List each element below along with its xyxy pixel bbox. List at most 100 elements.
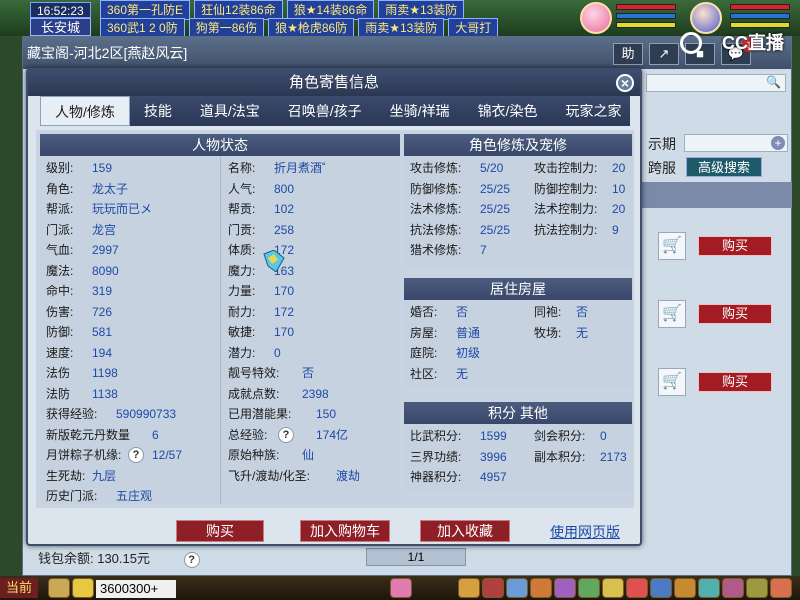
ticker-item[interactable]: 狼★枪虎86防 [268, 18, 355, 36]
dialog-tabs: 人物/修炼 技能 道具/法宝 召唤兽/孩子 坐骑/祥瑞 锦衣/染色 玩家之家 [40, 96, 630, 126]
row-label: 婚否: [410, 305, 438, 319]
stat-label: 速度: [46, 345, 74, 360]
ticker-item[interactable]: 狼★14装86命 [286, 0, 375, 20]
tab-pets[interactable]: 召唤兽/孩子 [274, 96, 376, 126]
skills-icon[interactable] [650, 578, 672, 598]
score-panel: 积分 其他 比武积分: 1599 剑会积分: 0 三界功绩: 3996 副本积分: 2173 神… [404, 402, 632, 492]
buy-button[interactable]: 购买 [176, 520, 264, 542]
row-value: 初级 [456, 346, 481, 360]
achievement-icon[interactable] [674, 578, 696, 598]
friends-icon[interactable] [626, 578, 648, 598]
search-icon[interactable]: 🔍 [766, 75, 781, 89]
add-to-favorites-button[interactable]: 加入收藏 [420, 520, 510, 542]
help-button[interactable]: 助 [613, 43, 643, 65]
ticker-item[interactable]: 狗第一86伤 [188, 18, 265, 36]
ranking-icon[interactable] [698, 578, 720, 598]
quest-icon[interactable] [578, 578, 600, 598]
ticker-item[interactable]: 雨卖★13装防 [378, 0, 465, 20]
ticker-item[interactable]: 360武1 2 0防 [100, 18, 185, 36]
tab-character[interactable]: 人物/修炼 [40, 96, 130, 126]
menu-icon[interactable] [770, 578, 792, 598]
show-period-select[interactable]: + [684, 134, 788, 152]
cart-icon[interactable]: 🛒 [658, 368, 686, 396]
wallet-help-icon[interactable]: ? [183, 552, 200, 568]
row-label: 牧场: [534, 325, 562, 340]
ticker-item[interactable]: 雨卖★13装防 [358, 18, 445, 36]
bottom-game-hud: 当前 3600300+ [0, 576, 800, 600]
row-value: 25/25 [480, 222, 511, 237]
dialog-content: 人物状态 级别: 159 角色: 龙太子 帮派: 玩玩而已メ 门派: 龙宫 气血: 2997 魔法:… [36, 130, 634, 508]
stat-value: 否 [302, 366, 315, 380]
add-to-cart-button[interactable]: 加入购物车 [300, 520, 390, 542]
plus-icon[interactable]: + [771, 136, 785, 150]
location-label[interactable]: 长安城 [30, 18, 92, 36]
history-school-label: 历史门派: [46, 489, 98, 503]
tab-home[interactable]: 玩家之家 [551, 96, 635, 126]
row-label: 三界功绩: [410, 449, 462, 464]
guild-icon[interactable] [602, 578, 624, 598]
cart-icon[interactable]: 🛒 [658, 232, 686, 260]
stat-value: 172 [274, 304, 295, 319]
total-exp-help-icon[interactable]: ? [278, 426, 294, 443]
used-potential-label: 已用潜能果: [228, 407, 292, 421]
close-icon[interactable]: × [616, 74, 634, 92]
wallet-balance: 钱包余额: 130.15元 ? [38, 548, 200, 568]
search-input[interactable]: 🔍 [646, 74, 786, 92]
chat-input[interactable]: 3600300+ [96, 580, 176, 598]
pet-hp-bar [616, 4, 676, 10]
tab-mounts[interactable]: 坐骑/祥瑞 [376, 96, 464, 126]
stat-label: 体质: [228, 243, 256, 257]
mooncake-label: 月饼粽子机缘: [46, 448, 122, 462]
ascend-value: 渡劫 [336, 468, 361, 483]
row-value: 2173 [600, 449, 627, 464]
system-icon[interactable] [746, 578, 768, 598]
team-icon[interactable] [506, 578, 528, 598]
web-version-link[interactable]: 使用网页版 [550, 522, 620, 542]
row-label: 防御控制力: [534, 181, 598, 196]
listing-row: 🛒 购买 [638, 228, 772, 268]
stat-label: 门贡: [228, 222, 256, 237]
share-button[interactable]: ↗ [649, 43, 679, 65]
buy-button[interactable]: 购买 [698, 372, 772, 392]
cart-icon[interactable]: 🛒 [658, 300, 686, 328]
stat-value: 龙太子 [92, 181, 129, 196]
row-value: 9 [612, 222, 619, 237]
buy-button[interactable]: 购买 [698, 304, 772, 324]
row-value: 25/25 [480, 181, 511, 196]
tab-skills[interactable]: 技能 [130, 96, 186, 126]
stat-label: 魔力: [228, 263, 256, 278]
tab-items[interactable]: 道具/法宝 [186, 96, 274, 126]
chat-channel-tag[interactable]: 当前 [0, 578, 39, 598]
bag-icon[interactable] [458, 578, 480, 598]
event-icon[interactable] [722, 578, 744, 598]
mooncake-help-icon[interactable]: ? [128, 447, 144, 463]
pagination[interactable]: 1/1 [366, 548, 466, 566]
pet-status-bars [616, 4, 676, 31]
pet-portrait-icon[interactable] [580, 2, 612, 34]
ticker-row-top: 360第一孔防E 狂仙12装86命 狼★14装86命 雨卖★13装防 [100, 0, 610, 20]
ticker-item[interactable]: 360第一孔防E [100, 0, 191, 20]
row-value: 25/25 [480, 202, 511, 216]
row-label: 比武积分: [410, 429, 462, 443]
row-value: 4957 [480, 470, 507, 484]
attack-icon[interactable] [482, 578, 504, 598]
stat-label: 靓号特效: [228, 366, 280, 380]
give-icon[interactable] [554, 578, 576, 598]
stat-label: 帮贡: [228, 202, 256, 216]
origin-race-label: 原始种族: [228, 448, 280, 462]
stat-label: 帮派: [46, 202, 74, 216]
trade-icon[interactable] [530, 578, 552, 598]
ticker-item[interactable]: 狂仙12装86命 [194, 0, 283, 20]
row-value: 20 [612, 161, 626, 175]
buy-button[interactable]: 购买 [698, 236, 772, 256]
player-hp-bar [730, 4, 790, 10]
advanced-search-button[interactable]: 高级搜索 [686, 157, 762, 177]
stat-value: 800 [274, 181, 295, 196]
pet-icon[interactable] [390, 578, 412, 598]
tab-outfits[interactable]: 锦衣/染色 [464, 96, 552, 126]
microphone-icon[interactable] [48, 578, 70, 598]
ticker-item[interactable]: 大哥打 [448, 18, 499, 36]
emoji-icon[interactable] [72, 578, 94, 598]
panel-title: 积分 其他 [404, 402, 632, 424]
total-exp-value: 174亿 [316, 427, 349, 442]
